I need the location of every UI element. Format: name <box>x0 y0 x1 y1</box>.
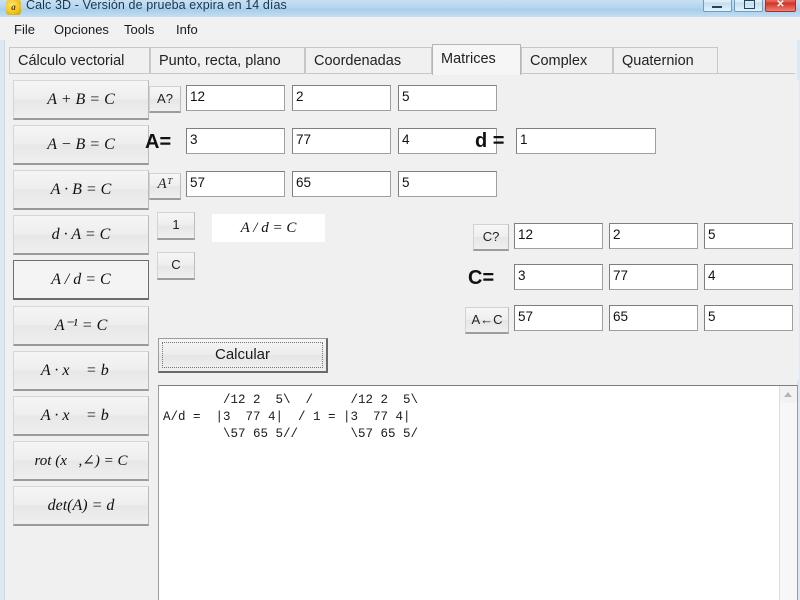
window-title: Calc 3D - Versión de prueba expira en 14… <box>26 0 287 12</box>
matrix-c-cell-0-2[interactable]: 5 <box>704 223 793 249</box>
focus-ring <box>162 342 323 368</box>
client-area: Cálculo vectorial Punto, recta, plano Co… <box>4 40 799 600</box>
op-button-a-plus-b[interactable]: A + B = C <box>13 80 149 120</box>
scalar-d-input[interactable]: 1 <box>516 128 656 154</box>
chevron-up-icon <box>784 392 792 397</box>
matrix-c-cell-0-1[interactable]: 2 <box>609 223 698 249</box>
app-icon: a <box>6 0 21 15</box>
matrix-c-label: C= <box>468 267 495 289</box>
scalar-d-label: d = <box>475 130 505 152</box>
tab-quaternion[interactable]: Quaternion <box>613 47 718 73</box>
op-button-d-times-a[interactable]: d · A = C <box>13 215 149 255</box>
operation-sidebar: A + B = C A − B = C A · B = C d · A = C … <box>9 80 153 576</box>
window-controls: ✕ <box>703 0 796 12</box>
calculate-button[interactable]: Calcular <box>158 338 328 373</box>
op-button-a-x-equals-b-2[interactable]: A · x⃗ = b⃗ <box>13 396 149 436</box>
menu-item-opciones[interactable]: Opciones <box>48 20 115 39</box>
menu-item-file[interactable]: File <box>8 20 41 39</box>
equation-display: A / d = C <box>212 214 325 242</box>
op-button-a-x-equals-b-1[interactable]: A · x⃗ = b⃗ <box>13 351 149 391</box>
matrix-a-query-button[interactable]: A? <box>149 86 181 113</box>
matrix-a-transpose-button[interactable]: Aᵀ <box>149 173 181 200</box>
op-button-rot[interactable]: rot (x⃗,∠) = C <box>13 441 149 481</box>
minimize-button[interactable] <box>703 0 732 12</box>
matrix-a-cell-2-2[interactable]: 5 <box>398 171 497 197</box>
matrix-c-cell-2-2[interactable]: 5 <box>704 305 793 331</box>
matrix-c-copy-to-a-button[interactable]: A←C <box>465 307 509 334</box>
minimize-icon <box>712 6 722 8</box>
maximize-button[interactable] <box>734 0 763 12</box>
matrix-c-cell-1-0[interactable]: 3 <box>514 264 603 290</box>
op-button-a-div-d[interactable]: A / d = C <box>13 260 149 300</box>
matrix-a-cell-0-0[interactable]: 12 <box>186 85 285 111</box>
scroll-up-button[interactable] <box>780 386 797 403</box>
output-text-area[interactable]: /12 2 5\ / /12 2 5\ A/d = |3 77 4| / 1 =… <box>158 385 798 600</box>
close-icon: ✕ <box>776 0 785 10</box>
title-bar: a Calc 3D - Versión de prueba expira en … <box>0 0 800 18</box>
tab-complex[interactable]: Complex <box>521 47 613 73</box>
maximize-icon <box>744 0 755 9</box>
matrix-a-cell-0-2[interactable]: 5 <box>398 85 497 111</box>
tab-coordenadas[interactable]: Coordenadas <box>305 47 432 73</box>
matrix-c-cell-0-0[interactable]: 12 <box>514 223 603 249</box>
matrix-c-query-button[interactable]: C? <box>473 224 509 251</box>
menu-item-info[interactable]: Info <box>170 20 204 39</box>
matrix-c-select-button[interactable]: C <box>157 252 195 280</box>
matrix-c-cell-1-2[interactable]: 4 <box>704 264 793 290</box>
op-button-det[interactable]: det(A) = d <box>13 486 149 526</box>
tab-matrices[interactable]: Matrices <box>432 44 521 75</box>
matrix-a-cell-0-1[interactable]: 2 <box>292 85 391 111</box>
matrix-c-cell-2-0[interactable]: 57 <box>514 305 603 331</box>
menu-bar: File Opciones Tools Info <box>0 17 800 41</box>
matrix-c-cell-2-1[interactable]: 65 <box>609 305 698 331</box>
output-text: /12 2 5\ / /12 2 5\ A/d = |3 77 4| / 1 =… <box>163 393 419 441</box>
matrix-a-cell-1-1[interactable]: 77 <box>292 128 391 154</box>
op-button-a-times-b[interactable]: A · B = C <box>13 170 149 210</box>
matrix-c-cell-1-1[interactable]: 77 <box>609 264 698 290</box>
matrix-a-cell-2-1[interactable]: 65 <box>292 171 391 197</box>
application-window: a Calc 3D - Versión de prueba expira en … <box>0 0 800 600</box>
matrix-a-label: A= <box>145 131 172 153</box>
output-vertical-scrollbar[interactable] <box>779 386 797 600</box>
tab-strip: Cálculo vectorial Punto, recta, plano Co… <box>9 44 795 75</box>
index-button[interactable]: 1 <box>157 212 195 240</box>
close-button[interactable]: ✕ <box>765 0 796 12</box>
op-button-a-minus-b[interactable]: A − B = C <box>13 125 149 165</box>
menu-item-tools[interactable]: Tools <box>118 20 160 39</box>
tab-punto-recta-plano[interactable]: Punto, recta, plano <box>150 47 305 73</box>
matrix-a-cell-1-0[interactable]: 3 <box>186 128 285 154</box>
op-button-a-inverse[interactable]: A⁻¹ = C <box>13 306 149 346</box>
matrix-a-cell-2-0[interactable]: 57 <box>186 171 285 197</box>
tab-calculo-vectorial[interactable]: Cálculo vectorial <box>9 47 150 73</box>
